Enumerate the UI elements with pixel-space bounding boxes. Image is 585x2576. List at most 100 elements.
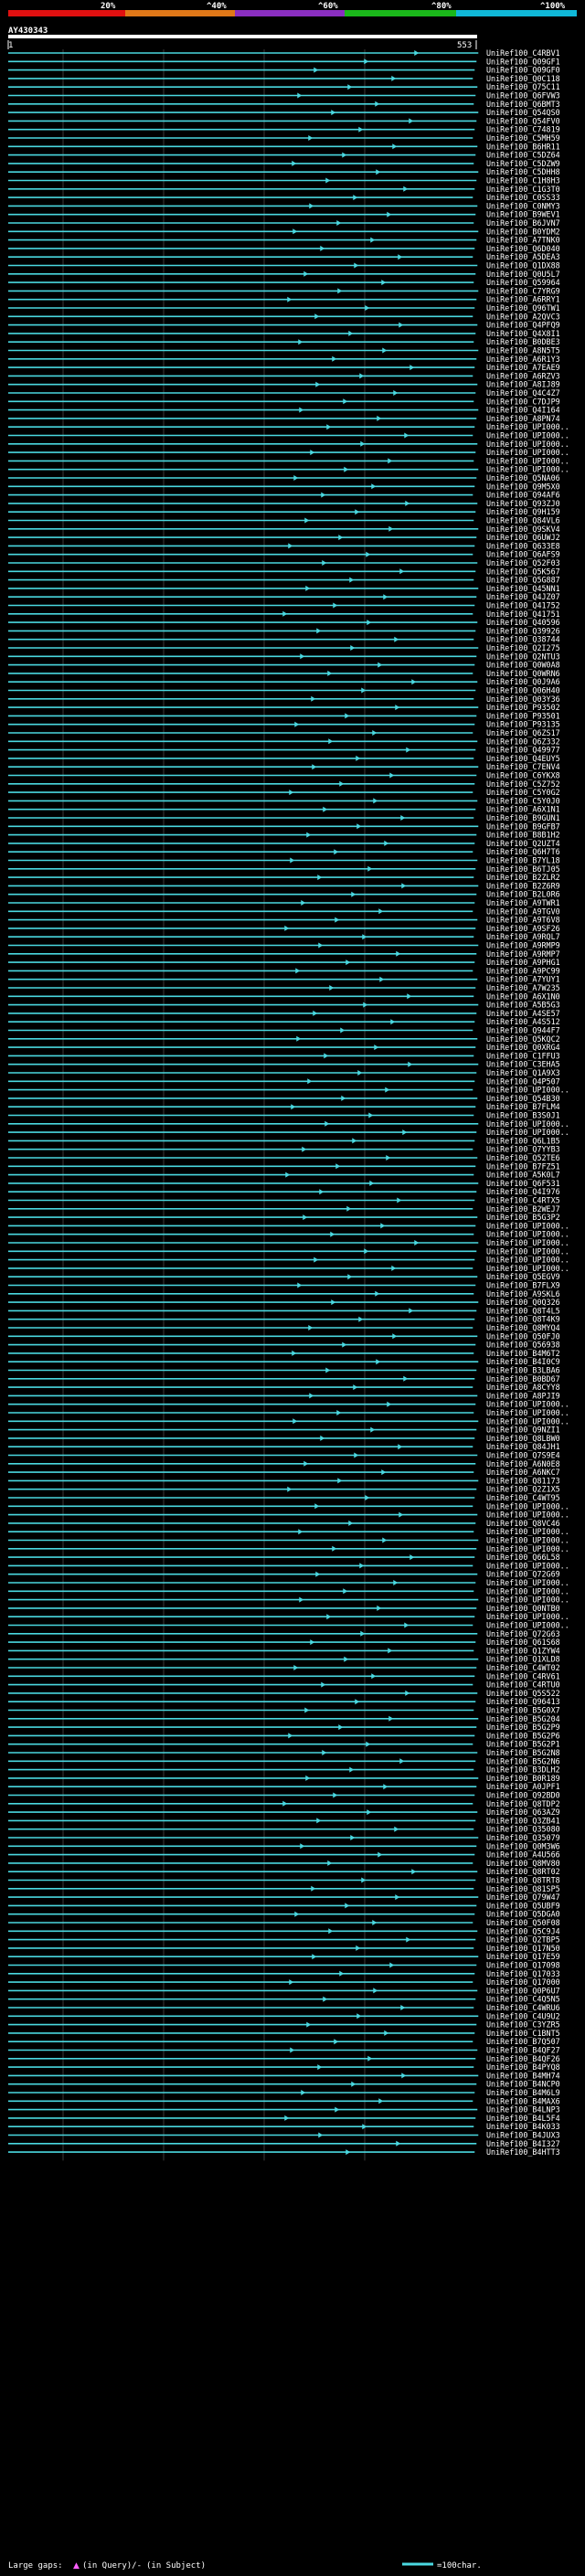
- hit-gap-marker: [344, 1656, 349, 1662]
- hit-gap-marker: [324, 1120, 330, 1127]
- hit-gap-marker: [290, 857, 295, 864]
- hit-gap-marker: [287, 1486, 292, 1492]
- hit-gap-marker: [370, 237, 376, 243]
- hit-gap-marker: [339, 1970, 345, 1977]
- hit-gap-marker: [328, 1928, 334, 1935]
- hit-gap-marker: [359, 373, 365, 379]
- hit-gap-marker: [389, 1962, 395, 1968]
- hit-gap-marker: [301, 2090, 306, 2095]
- query-start: 1: [8, 41, 13, 50]
- hit-gap-marker: [338, 535, 344, 541]
- blast-alignment-overview: 20% ^40% ^60% ^80% ^100% AY430343 1 553 …: [7, 2, 577, 2571]
- hit-gap-marker: [342, 152, 347, 158]
- hit-gap-marker: [327, 670, 333, 676]
- hit-gap-marker: [378, 662, 383, 668]
- legend-in-subject: (in Subject): [146, 2561, 206, 2571]
- score-label-40: ^40%: [207, 2, 227, 11]
- hit-gap-marker: [306, 832, 312, 838]
- hit-rows: UniRef100_C4RBV1UniRef100_Q09GF1UniRef10…: [8, 48, 569, 2161]
- hit-gap-marker: [387, 211, 392, 217]
- hit-gap-marker: [337, 1478, 343, 1484]
- hit-gap-marker: [401, 2072, 407, 2079]
- hit-label[interactable]: UniRef100_B4HTT3: [486, 2147, 560, 2157]
- hit-gap-marker: [354, 1452, 359, 1458]
- hit-gap-marker: [409, 1308, 414, 1314]
- hit-gap-marker: [293, 1665, 299, 1670]
- hit-gap-marker: [394, 636, 399, 642]
- hit-gap-marker: [408, 1061, 413, 1067]
- hit-gap-marker: [289, 1979, 294, 1986]
- hit-gap-marker: [312, 1954, 317, 1960]
- hit-gap-marker: [367, 620, 372, 626]
- hit-gap-marker: [382, 1537, 388, 1543]
- hit-gap-marker: [358, 126, 364, 133]
- hit-gap-marker: [368, 1112, 374, 1118]
- hit-gap-marker: [317, 2064, 323, 2071]
- hit-gap-marker: [388, 525, 394, 532]
- hit-gap-marker: [409, 118, 414, 124]
- hit-gap-marker: [380, 1223, 386, 1229]
- hit-gap-marker: [288, 543, 293, 549]
- hit-gap-marker: [303, 270, 309, 277]
- hit-gap-marker: [375, 1290, 380, 1297]
- hit-gap-marker: [392, 1333, 398, 1340]
- hit-gap-marker: [399, 1511, 404, 1518]
- hit-gap-marker: [367, 865, 373, 872]
- hit-gap-marker: [320, 245, 325, 251]
- hit-gap-marker: [384, 840, 389, 846]
- hit-gap-marker: [295, 968, 301, 974]
- hit-gap-marker: [347, 84, 353, 90]
- hit-gap-marker: [395, 705, 400, 711]
- hit-gap-marker: [354, 262, 359, 269]
- hit-gap-marker: [374, 1044, 379, 1051]
- hit-gap-marker: [346, 959, 351, 966]
- hit-gap-marker: [323, 1996, 328, 2002]
- hit-gap-marker: [288, 1733, 293, 1739]
- hit-gap-marker: [370, 1426, 376, 1433]
- hit-gap-marker: [314, 1256, 319, 1263]
- hit-gap-marker: [293, 475, 299, 481]
- hit-gap-marker: [317, 875, 323, 881]
- hit-gap-marker: [398, 1444, 403, 1450]
- hit-gap-marker: [393, 390, 399, 396]
- hit-gap-marker: [299, 407, 304, 413]
- hit-gap-marker: [400, 2005, 406, 2010]
- hit-gap-marker: [346, 2149, 351, 2156]
- hit-gap-marker: [361, 1877, 367, 1883]
- hit-gap-marker: [343, 398, 348, 405]
- hit-gap-marker: [311, 1885, 316, 1892]
- hit-gap-marker: [290, 2047, 295, 2053]
- hit-gap-marker: [332, 1545, 337, 1552]
- hit-gap-marker: [389, 772, 395, 779]
- legend: Large gaps: ▲ (in Query)/- (in Subject) …: [8, 2561, 482, 2571]
- hit-gap-marker: [315, 1571, 321, 1577]
- hit-gap-marker: [399, 568, 405, 575]
- hit-gap-marker: [335, 2106, 340, 2113]
- hit-gap-marker: [353, 195, 358, 201]
- hit-gap-marker: [350, 645, 356, 651]
- hit-gap-marker: [336, 220, 342, 226]
- hit-gap-marker: [298, 1529, 303, 1535]
- hit-gap-marker: [356, 823, 362, 830]
- hit-gap-marker: [330, 1231, 335, 1237]
- score-bar-cyan: [456, 10, 577, 16]
- hit-gap-marker: [335, 1163, 341, 1170]
- hit-gap-marker: [376, 1359, 381, 1365]
- hit-gap-marker: [364, 58, 369, 65]
- hit-gap-marker: [332, 355, 337, 362]
- score-bar-red: [8, 10, 125, 16]
- hit-gap-marker: [294, 721, 300, 727]
- hit-gap-marker: [346, 1205, 352, 1212]
- hit-gap-marker: [381, 1469, 387, 1476]
- hit-gap-marker: [337, 288, 343, 294]
- hit-gap-marker: [306, 2021, 312, 2028]
- hit-gap-marker: [336, 1410, 342, 1415]
- hit-gap-marker: [356, 1945, 361, 1951]
- hit-gap-marker: [292, 160, 297, 166]
- hit-gap-marker: [282, 1800, 288, 1807]
- hit-gap-marker: [388, 458, 393, 464]
- hit-gap-marker: [308, 1325, 314, 1330]
- hit-gap-marker: [302, 1146, 307, 1152]
- hit-gap-marker: [307, 1078, 313, 1085]
- gap-query-icon: ▲: [73, 2561, 80, 2571]
